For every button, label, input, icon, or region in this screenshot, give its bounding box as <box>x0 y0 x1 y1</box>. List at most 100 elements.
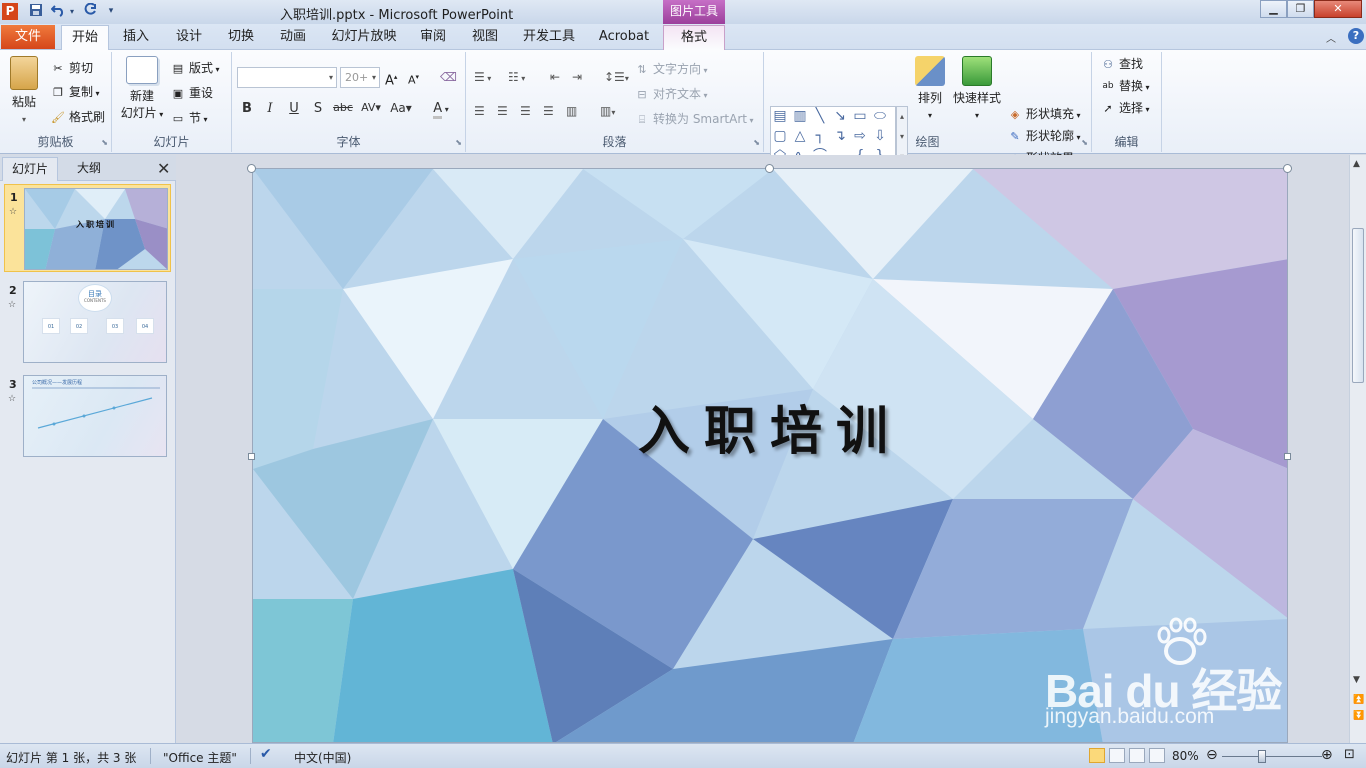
slideshow-view-icon[interactable] <box>1149 748 1165 763</box>
minimize-ribbon-icon[interactable]: ︿ <box>1326 30 1336 45</box>
bullets-icon[interactable]: ☰ ▾ <box>474 67 491 87</box>
character-spacing-icon[interactable]: AV▾ <box>358 101 384 114</box>
normal-view-icon[interactable] <box>1089 748 1105 763</box>
theme-status[interactable]: "Office 主题" <box>163 749 237 766</box>
tab-transitions[interactable]: 切换 <box>220 25 262 50</box>
font-size-combo[interactable]: 20+ ▾ <box>340 67 380 88</box>
restore-button[interactable]: ❐ <box>1287 0 1314 18</box>
down-arrow-shape-icon[interactable]: ⇩ <box>871 127 889 145</box>
previous-slide-icon[interactable]: ⏫ <box>1353 695 1364 705</box>
section-button[interactable]: ▭ 节 ▾ <box>170 108 208 128</box>
convert-smartart-button[interactable]: ⌸ 转换为 SmartArt ▾ <box>634 109 754 129</box>
zoom-slider-knob[interactable] <box>1258 750 1266 763</box>
change-case-icon[interactable]: Aa▾ <box>388 101 414 115</box>
strikethrough-icon[interactable]: abc <box>332 101 354 114</box>
powerpoint-app-icon[interactable]: P <box>2 3 18 20</box>
paste-button[interactable]: 粘贴 ▾ <box>4 56 44 128</box>
tab-slideshow[interactable]: 幻灯片放映 <box>324 25 404 50</box>
align-right-icon[interactable]: ☰ <box>520 101 531 121</box>
layout-button[interactable]: ▤ 版式 ▾ <box>170 58 220 78</box>
shape-outline-button[interactable]: ✎ 形状轮廓 ▾ <box>1007 126 1080 146</box>
tab-home[interactable]: 开始 <box>61 25 109 50</box>
tab-animations[interactable]: 动画 <box>272 25 314 50</box>
font-name-combo[interactable]: ▾ <box>237 67 337 88</box>
right-arrow-shape-icon[interactable]: ⇨ <box>851 127 869 145</box>
clipboard-launcher-icon[interactable]: ⬊ <box>101 138 108 147</box>
scroll-up-icon[interactable]: ▲ <box>1353 159 1360 169</box>
line-shape-icon[interactable]: ╲ <box>811 107 829 125</box>
zoom-out-icon[interactable]: ⊖ <box>1206 747 1218 763</box>
line-spacing-icon[interactable]: ↕☰▾ <box>604 67 629 87</box>
font-color-icon[interactable]: A ▾ <box>428 101 454 119</box>
close-icon[interactable]: ✕ <box>157 159 170 178</box>
resize-handle[interactable] <box>1283 164 1292 173</box>
tab-insert[interactable]: 插入 <box>116 25 156 50</box>
spellcheck-icon[interactable]: ✔ <box>260 746 272 762</box>
vertical-scrollbar[interactable]: ▲ ▼ ⏫ ⏬ <box>1349 155 1366 743</box>
tab-view[interactable]: 视图 <box>464 25 506 50</box>
next-slide-icon[interactable]: ⏬ <box>1353 711 1364 721</box>
decrease-indent-icon[interactable]: ⇤ <box>550 67 560 87</box>
tab-outline[interactable]: 大纲 <box>60 157 118 181</box>
paragraph-launcher-icon[interactable]: ⬊ <box>753 138 760 147</box>
slide-sorter-view-icon[interactable] <box>1109 748 1125 763</box>
textbox-shape-icon[interactable]: ▤ <box>771 107 789 125</box>
drawing-launcher-icon[interactable]: ⬊ <box>1081 138 1088 147</box>
font-launcher-icon[interactable]: ⬊ <box>455 138 462 147</box>
grow-font-icon[interactable]: A▴ <box>385 67 397 88</box>
new-slide-button[interactable]: 新建 幻灯片 ▾ <box>116 56 168 123</box>
reading-view-icon[interactable] <box>1129 748 1145 763</box>
tab-developer[interactable]: 开发工具 <box>516 25 582 50</box>
reset-button[interactable]: ▣ 重设 <box>170 83 213 103</box>
align-text-button[interactable]: ⊟ 对齐文本 ▾ <box>634 84 707 104</box>
slide-thumbnail[interactable]: 公司概况——发展历程 <box>23 375 167 457</box>
bold-icon[interactable]: B <box>237 101 257 116</box>
copy-button[interactable]: ❐ 复制 ▾ <box>50 82 100 102</box>
zoom-in-icon[interactable]: ⊕ <box>1321 747 1333 763</box>
customize-toolbar-icon[interactable]: ▾ <box>106 3 116 20</box>
close-button[interactable]: ✕ <box>1314 0 1362 18</box>
help-icon[interactable]: ? <box>1348 28 1364 44</box>
resize-handle[interactable] <box>248 453 255 460</box>
find-button[interactable]: ⚇ 查找 <box>1100 54 1143 74</box>
slide-title-text[interactable]: 入职培训 <box>253 389 1287 464</box>
vertical-textbox-shape-icon[interactable]: ▥ <box>791 107 809 125</box>
rounded-rectangle-shape-icon[interactable]: ▢ <box>771 127 789 145</box>
scroll-thumb[interactable] <box>1352 228 1364 383</box>
increase-indent-icon[interactable]: ⇥ <box>572 67 582 87</box>
elbow-arrow-shape-icon[interactable]: ↴ <box>831 127 849 145</box>
tab-slides[interactable]: 幻灯片 <box>2 157 58 181</box>
resize-handle[interactable] <box>1284 453 1291 460</box>
resize-handle[interactable] <box>765 164 774 173</box>
arrange-button[interactable]: 排列 ▾ <box>910 56 950 124</box>
undo-icon[interactable] <box>50 3 66 20</box>
resize-handle[interactable] <box>247 164 256 173</box>
redo-icon[interactable] <box>82 2 98 20</box>
cut-button[interactable]: ✂ 剪切 <box>50 58 93 78</box>
align-left-icon[interactable]: ☰ <box>474 101 485 121</box>
clear-format-icon[interactable]: ⌫ <box>440 67 457 87</box>
slide-thumbnail-row[interactable]: 1 ☆ 入职培训 <box>4 184 171 272</box>
zoom-level[interactable]: 80% <box>1172 749 1199 763</box>
text-direction-button[interactable]: ⇅ 文字方向 ▾ <box>634 59 707 79</box>
underline-icon[interactable]: U <box>284 101 304 116</box>
replace-button[interactable]: ab 替换 ▾ <box>1100 76 1149 96</box>
undo-dropdown-icon[interactable]: ▾ <box>68 3 76 20</box>
numbering-icon[interactable]: ☷ ▾ <box>508 67 525 87</box>
shrink-font-icon[interactable]: A▾ <box>408 67 419 87</box>
tab-design[interactable]: 设计 <box>168 25 210 50</box>
tab-review[interactable]: 审阅 <box>412 25 454 50</box>
tab-format[interactable]: 格式 <box>663 25 725 50</box>
rectangle-shape-icon[interactable]: ▭ <box>851 107 869 125</box>
text-shadow-icon[interactable]: S <box>308 101 328 116</box>
slide-thumbnail-row[interactable]: 2 ☆ 目录 CONTENTS 01 02 03 04 <box>4 278 171 366</box>
slide-thumbnail[interactable]: 入职培训 <box>24 188 168 270</box>
shape-fill-button[interactable]: ◈ 形状填充 ▾ <box>1007 104 1081 124</box>
triangle-shape-icon[interactable]: △ <box>791 127 809 145</box>
minimize-button[interactable]: ▁ <box>1260 0 1287 18</box>
tab-acrobat[interactable]: Acrobat <box>592 25 656 50</box>
oval-shape-icon[interactable]: ⬭ <box>871 107 889 125</box>
language-status[interactable]: 中文(中国) <box>294 749 351 766</box>
arrow-line-shape-icon[interactable]: ↘ <box>831 107 849 125</box>
quick-styles-button[interactable]: 快速样式 ▾ <box>952 56 1002 124</box>
